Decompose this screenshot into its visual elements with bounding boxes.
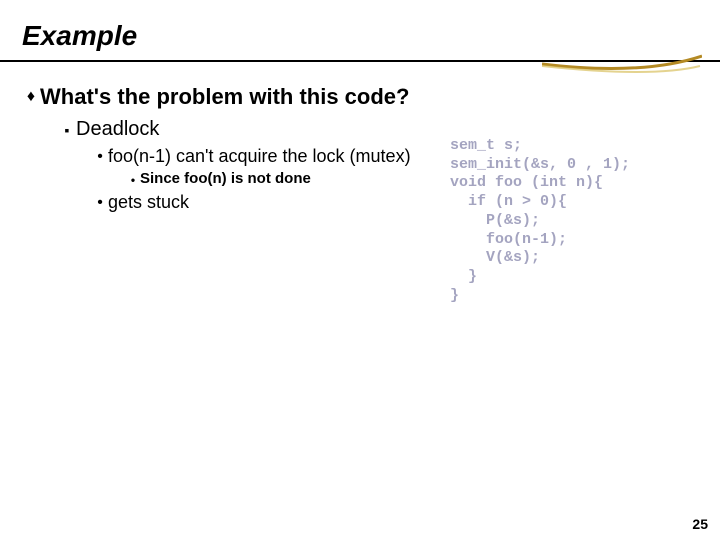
level2-text: Deadlock	[76, 118, 159, 141]
code-line: foo(n-1);	[450, 231, 567, 248]
code-line: V(&s);	[450, 249, 540, 266]
square-bullet-icon: ▪	[58, 118, 76, 142]
code-line: sem_init(&s, 0 , 1);	[450, 156, 630, 173]
swoosh-icon	[542, 54, 702, 78]
code-line: void foo (int n){	[450, 174, 603, 191]
slide-title: Example	[22, 20, 720, 52]
code-line: }	[450, 287, 459, 304]
diamond-bullet-icon: ♦	[22, 84, 40, 110]
small-dot-bullet-icon: •	[126, 170, 140, 190]
level4a-text: Since foo(n) is not done	[140, 170, 311, 187]
dot-bullet-icon: •	[92, 146, 108, 168]
code-line: P(&s);	[450, 212, 540, 229]
level3a-text: foo(n-1) can't acquire the lock (mutex)	[108, 146, 411, 167]
code-line: if (n > 0){	[450, 193, 567, 210]
bullet-level-1: ♦ What's the problem with this code?	[22, 84, 698, 110]
level1-text: What's the problem with this code?	[40, 84, 409, 110]
code-line: sem_t s;	[450, 137, 522, 154]
code-line: }	[450, 268, 477, 285]
slide: Example ♦ What's the problem with this c…	[0, 0, 720, 540]
dot-bullet-icon: •	[92, 192, 108, 214]
code-snippet: sem_t s; sem_init(&s, 0 , 1); void foo (…	[450, 118, 630, 306]
title-underline	[0, 58, 720, 76]
level3b-text: gets stuck	[108, 192, 189, 213]
page-number: 25	[692, 516, 708, 532]
